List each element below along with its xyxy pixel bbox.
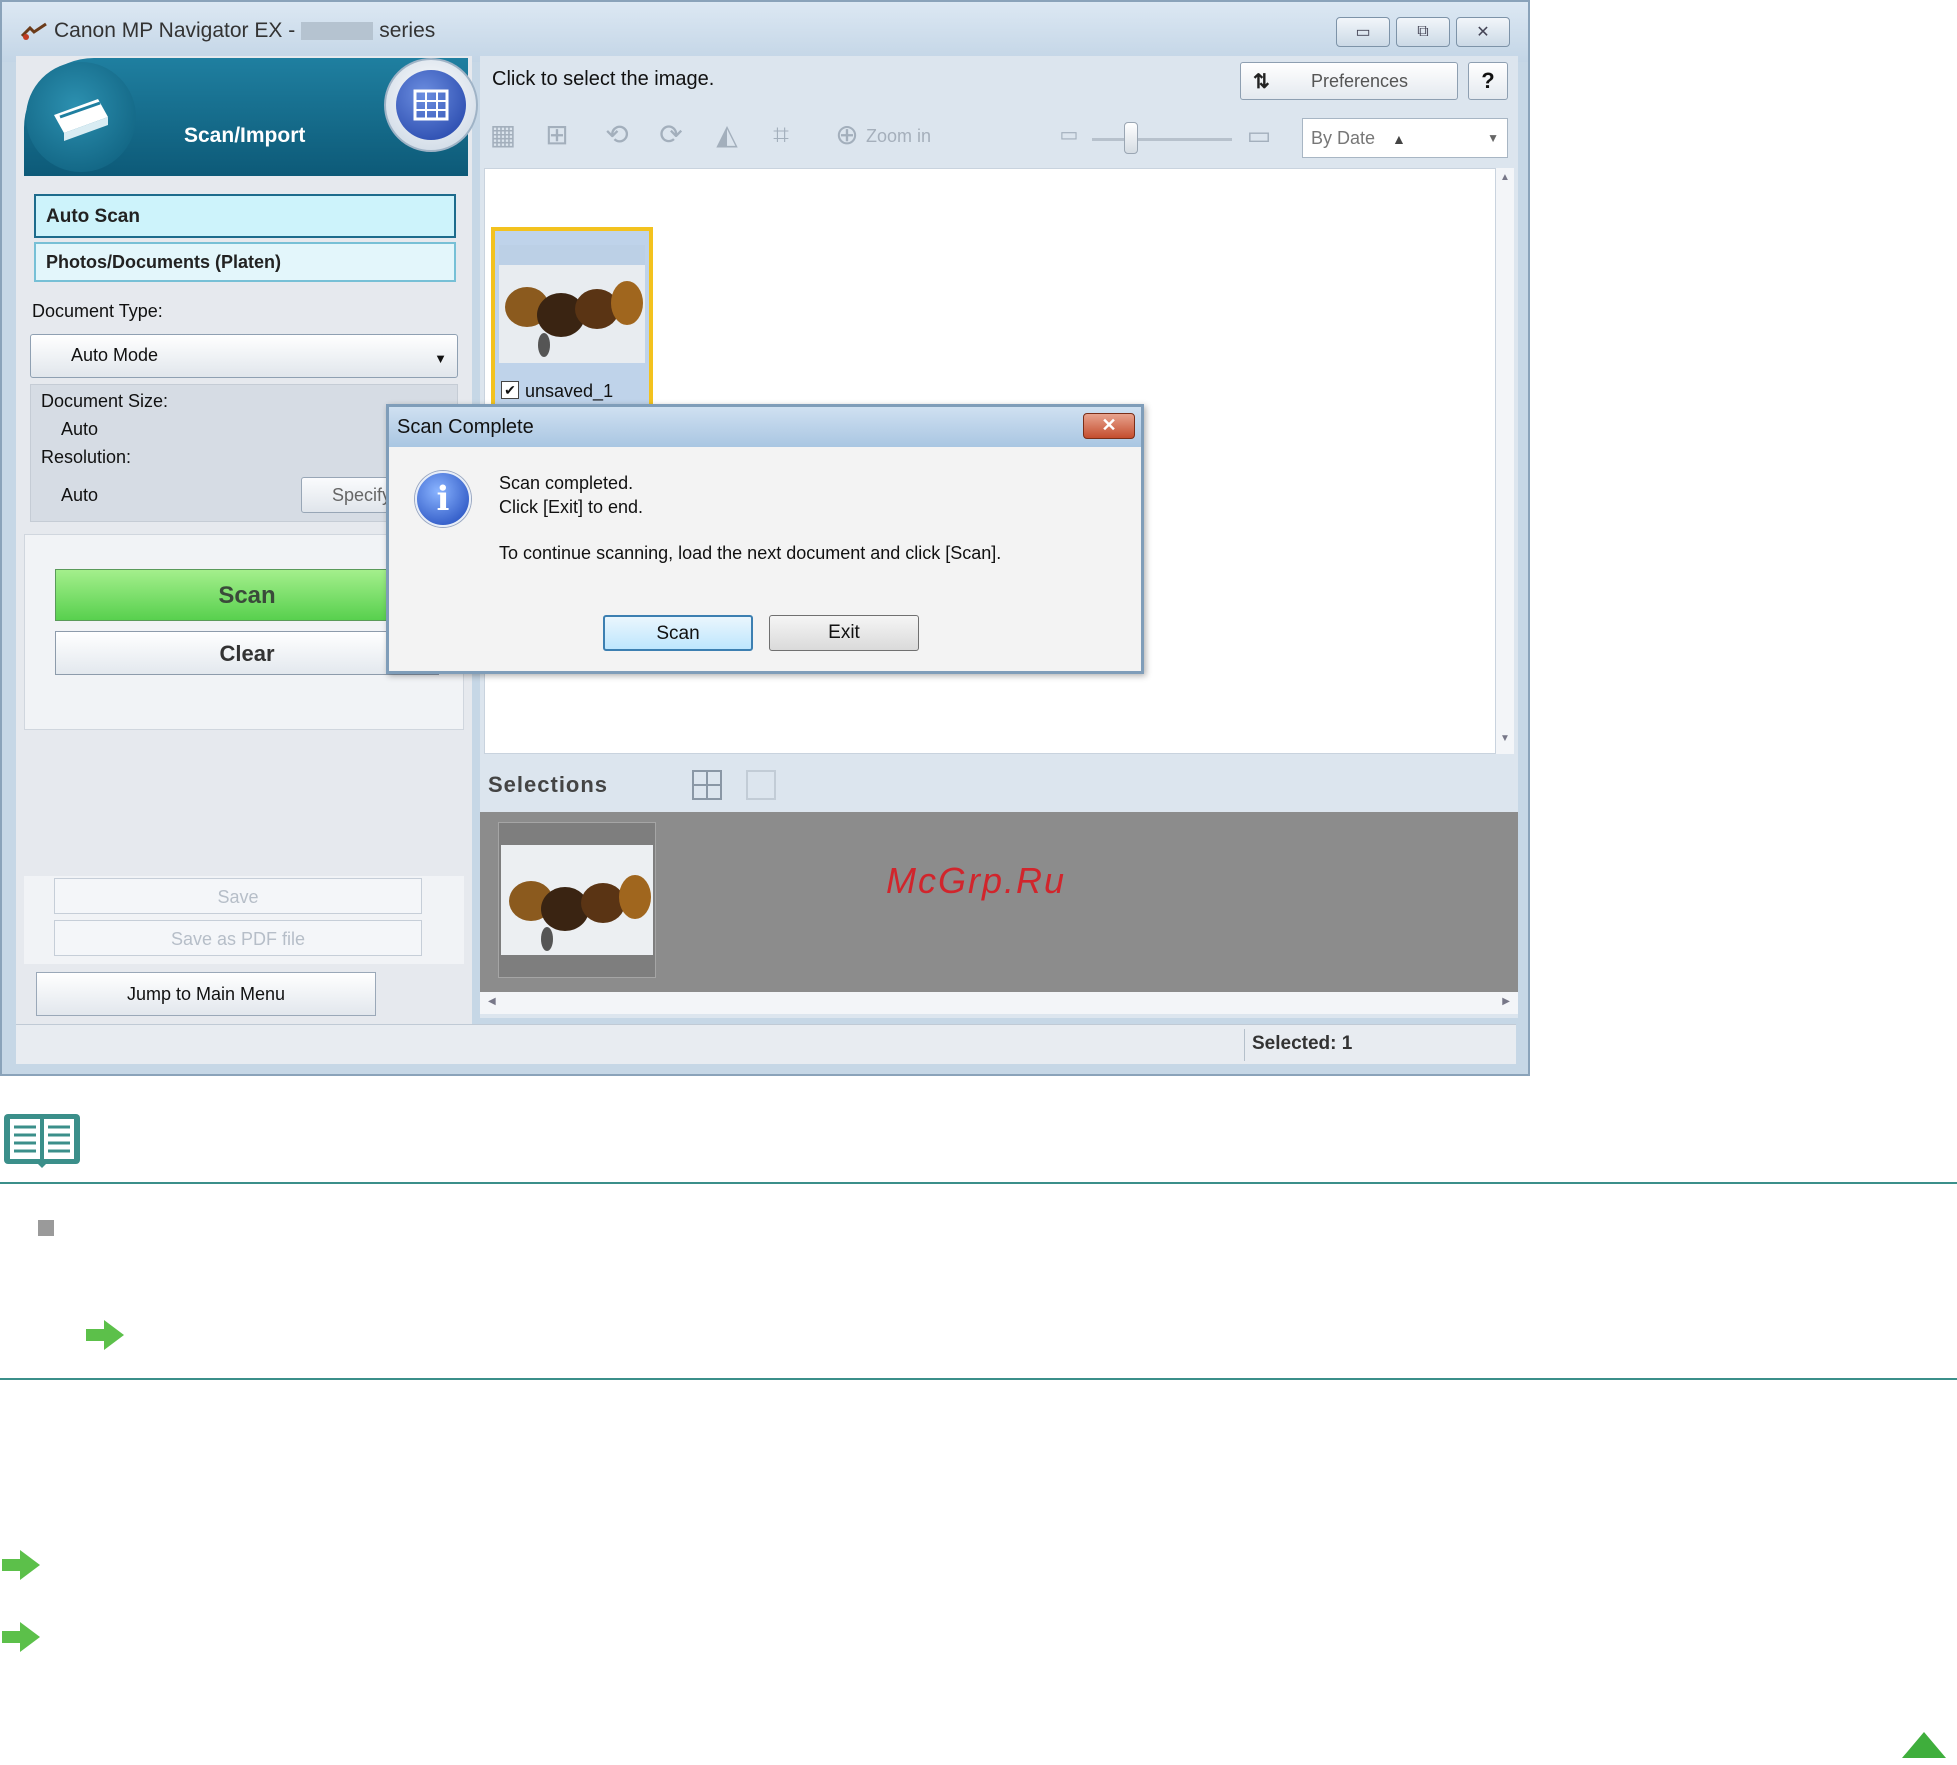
dialog-message-line1: Scan completed. <box>499 473 634 493</box>
save-as-pdf-button[interactable]: Save as PDF file <box>54 920 422 956</box>
sort-value: By Date <box>1311 128 1376 148</box>
chevron-down-icon: ▼ <box>434 351 447 366</box>
information-icon: i <box>415 471 471 527</box>
scan-complete-dialog: Scan Complete ✕ i Scan completed. Click … <box>386 404 1144 674</box>
thumbnail-checkbox[interactable]: ✔ <box>501 381 519 399</box>
mirror-icon[interactable]: ◭ <box>710 118 744 152</box>
restore-button[interactable]: ⧉ <box>1396 17 1450 47</box>
window-title-prefix: Canon MP Navigator EX - <box>54 19 296 42</box>
selected-thumbnail[interactable] <box>498 822 656 978</box>
green-right-arrow-icon[interactable] <box>0 1620 42 1654</box>
scroll-up-icon[interactable]: ▲ <box>1496 172 1514 183</box>
grid-icon[interactable]: ⊞ <box>540 118 574 152</box>
clear-button[interactable]: Clear <box>55 631 439 675</box>
navigator-menu-icon[interactable] <box>384 58 478 152</box>
dogs-photo-thumbnail <box>499 245 645 363</box>
preferences-label: Preferences <box>1311 71 1409 91</box>
chevron-down-icon: ▼ <box>1487 131 1499 145</box>
dialog-close-button[interactable]: ✕ <box>1083 413 1135 439</box>
dialog-message-line3: To continue scanning, load the next docu… <box>499 543 1002 563</box>
scan-button[interactable]: Scan <box>55 569 439 621</box>
help-button[interactable]: ? <box>1468 62 1508 100</box>
dogs-photo-selected <box>501 845 653 955</box>
document-type-select[interactable]: Auto Mode ▼ <box>30 334 458 378</box>
small-thumbnail-icon: ▭ <box>1059 124 1079 146</box>
note-bottom-rule <box>0 1378 1957 1380</box>
app-logo-icon <box>20 22 47 40</box>
resolution-value: Auto <box>61 485 99 505</box>
document-type-label: Document Type: <box>32 301 163 321</box>
selected-count: Selected: 1 <box>1252 1033 1353 1054</box>
scan-import-label: Scan/Import <box>184 124 306 147</box>
zoom-in-icon[interactable]: ⊕ <box>832 118 862 152</box>
green-right-arrow-icon[interactable] <box>0 1548 42 1582</box>
resolution-label: Resolution: <box>41 447 132 467</box>
rotate-right-icon[interactable]: ⟳ <box>654 118 688 152</box>
document-size-label: Document Size: <box>41 391 169 411</box>
scroll-left-icon[interactable]: ◀ <box>488 996 496 1007</box>
rotate-left-icon[interactable]: ⟲ <box>600 118 634 152</box>
window-title-suffix: series <box>379 19 436 42</box>
select-all-icon[interactable]: ▦ <box>486 118 520 152</box>
document-type-value: Auto Mode <box>71 345 159 365</box>
dialog-message-line2: Click [Exit] to end. <box>499 497 644 517</box>
sort-select[interactable]: By Date ▲ ▼ <box>1302 118 1508 158</box>
auto-scan-button[interactable]: Auto Scan <box>34 194 456 238</box>
selections-strip: McGrp.Ru <box>480 812 1518 992</box>
scroll-down-icon[interactable]: ▼ <box>1496 733 1514 744</box>
horizontal-scrollbar[interactable]: ◀ ▶ <box>480 992 1518 1014</box>
note-book-icon <box>4 1114 80 1168</box>
thumbnail-card[interactable]: ✔ unsaved_1 <box>491 227 653 417</box>
vertical-scrollbar[interactable]: ▲ ▼ <box>1496 168 1514 754</box>
thumbnail-name: unsaved_1 <box>525 381 614 401</box>
green-right-arrow-icon[interactable] <box>84 1318 126 1352</box>
save-button[interactable]: Save <box>54 878 422 914</box>
scan-import-header: Scan/Import <box>24 58 478 176</box>
single-view-icon[interactable] <box>746 770 776 800</box>
back-to-top-icon[interactable] <box>1900 1728 1948 1760</box>
photos-documents-button[interactable]: Photos/Documents (Platen) <box>34 242 456 282</box>
redacted-model <box>301 22 374 41</box>
selections-bar: Selections <box>480 758 1518 810</box>
selections-label: Selections <box>488 772 609 797</box>
note-top-rule <box>0 1182 1957 1184</box>
save-button-area: Save Save as PDF file <box>24 876 464 964</box>
dialog-scan-button[interactable]: Scan <box>603 615 753 651</box>
sort-ascending-icon: ▲ <box>1392 131 1406 147</box>
status-divider <box>1244 1029 1245 1061</box>
dialog-exit-button[interactable]: Exit <box>769 615 919 651</box>
scanner-icon <box>26 62 136 172</box>
large-thumbnail-icon: ▭ <box>1246 120 1272 150</box>
image-toolbar: ▦ ⊞ ⟲ ⟳ ◭ ⌗ ⊕ Zoom in ▭ ▭ By Date ▲ ▼ <box>486 108 1510 166</box>
dialog-title-bar: Scan Complete ✕ <box>389 407 1141 447</box>
preferences-icon: ⇅ <box>1253 71 1270 93</box>
thumbnail-size-slider-track[interactable] <box>1092 138 1232 141</box>
scroll-right-icon[interactable]: ▶ <box>1502 996 1510 1007</box>
window-title: Canon MP Navigator EX - series <box>54 19 435 43</box>
preferences-button[interactable]: ⇅ Preferences <box>1240 62 1458 100</box>
watermark: McGrp.Ru <box>886 860 1067 901</box>
jump-to-main-menu-button[interactable]: Jump to Main Menu <box>36 972 376 1016</box>
grid-view-icon[interactable] <box>692 770 722 800</box>
crop-icon[interactable]: ⌗ <box>764 118 798 152</box>
minimize-button[interactable]: ▭ <box>1336 17 1390 47</box>
title-bar: Canon MP Navigator EX - series ▭ ⧉ ✕ <box>2 2 1528 62</box>
dialog-title: Scan Complete <box>397 416 534 438</box>
status-bar: Selected: 1 <box>16 1024 1516 1064</box>
bullet-square <box>38 1220 54 1236</box>
instruction-text: Click to select the image. <box>492 68 715 90</box>
close-button[interactable]: ✕ <box>1456 17 1510 47</box>
document-size-value: Auto <box>61 419 99 439</box>
zoom-in-label[interactable]: Zoom in <box>866 126 931 147</box>
app-window: Canon MP Navigator EX - series ▭ ⧉ ✕ Scan… <box>0 0 1530 1076</box>
thumbnail-size-slider-thumb[interactable] <box>1124 122 1138 154</box>
